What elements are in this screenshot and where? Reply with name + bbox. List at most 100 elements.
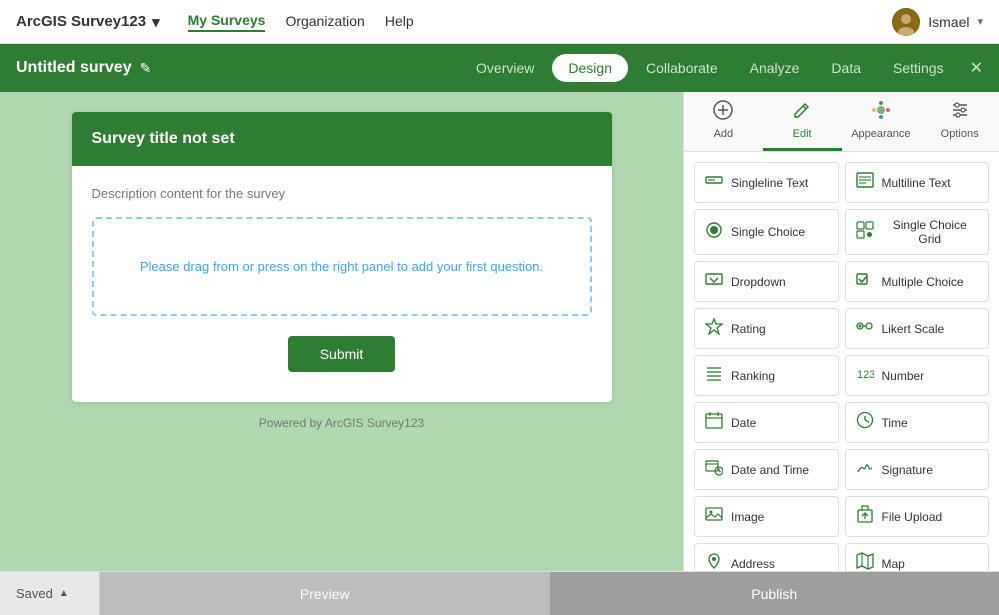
- preview-button[interactable]: Preview: [100, 572, 550, 615]
- top-nav-right: Ismael ▾: [892, 8, 983, 36]
- options-icon: [950, 100, 970, 125]
- rating-icon: [705, 317, 723, 340]
- qt-date-and-time[interactable]: Date and Time: [694, 449, 839, 490]
- map-icon: [856, 552, 874, 571]
- qt-number[interactable]: 123 Number: [845, 355, 990, 396]
- tab-edit-label: Edit: [793, 128, 812, 140]
- saved-label: Saved: [16, 586, 53, 601]
- single-choice-icon: [705, 221, 723, 244]
- tab-edit[interactable]: Edit: [763, 92, 842, 151]
- wrench-icon[interactable]: ✕: [970, 58, 983, 78]
- edit-title-icon[interactable]: ✎: [140, 60, 152, 77]
- qt-number-label: Number: [882, 369, 925, 383]
- tab-appearance[interactable]: Appearance: [842, 92, 921, 151]
- qt-address-label: Address: [731, 557, 775, 571]
- submit-button[interactable]: Submit: [288, 336, 396, 372]
- nav-my-surveys[interactable]: My Surveys: [188, 12, 266, 32]
- qt-signature[interactable]: Signature: [845, 449, 990, 490]
- address-icon: [705, 552, 723, 571]
- qt-image-label: Image: [731, 510, 764, 524]
- saved-section[interactable]: Saved ▲: [0, 572, 100, 615]
- qt-likert-label: Likert Scale: [882, 322, 945, 336]
- sub-navigation: Untitled survey ✎ Overview Design Collab…: [0, 44, 999, 92]
- likert-icon: [856, 317, 874, 340]
- single-choice-grid-icon: [856, 221, 874, 244]
- qt-date-and-time-label: Date and Time: [731, 463, 809, 477]
- qt-date-label: Date: [731, 416, 756, 430]
- tab-settings[interactable]: Settings: [879, 52, 958, 84]
- image-icon: [705, 505, 723, 528]
- qt-single-choice[interactable]: Single Choice: [694, 209, 839, 255]
- qt-map-label: Map: [882, 557, 905, 571]
- qt-single-choice-label: Single Choice: [731, 225, 805, 239]
- survey-card: Survey title not set Description content…: [72, 112, 612, 402]
- file-upload-icon: [856, 505, 874, 528]
- survey-description: Description content for the survey: [92, 186, 592, 201]
- tab-add[interactable]: Add: [684, 92, 763, 151]
- dropdown-icon: [705, 270, 723, 293]
- qt-time[interactable]: Time: [845, 402, 990, 443]
- brand-dropdown-arrow[interactable]: ▾: [152, 13, 160, 31]
- qt-rating[interactable]: Rating: [694, 308, 839, 349]
- time-icon: [856, 411, 874, 434]
- ranking-icon: [705, 364, 723, 387]
- qt-file-upload[interactable]: File Upload: [845, 496, 990, 537]
- qt-rating-label: Rating: [731, 322, 766, 336]
- date-and-time-icon: [705, 458, 723, 481]
- qt-dropdown-label: Dropdown: [731, 275, 786, 289]
- tab-collaborate[interactable]: Collaborate: [632, 52, 732, 84]
- multiline-icon: [856, 171, 874, 194]
- qt-dropdown[interactable]: Dropdown: [694, 261, 839, 302]
- tab-appearance-label: Appearance: [851, 128, 910, 140]
- qt-address[interactable]: Address: [694, 543, 839, 571]
- qt-ranking-label: Ranking: [731, 369, 775, 383]
- user-dropdown-arrow[interactable]: ▾: [977, 15, 983, 28]
- survey-title: Survey title not set: [92, 130, 235, 147]
- tab-design[interactable]: Design: [552, 54, 628, 82]
- nav-help[interactable]: Help: [385, 13, 414, 31]
- qt-image[interactable]: Image: [694, 496, 839, 537]
- svg-text:123: 123: [857, 369, 874, 381]
- number-icon: 123: [856, 364, 874, 387]
- qt-singleline-text[interactable]: Singleline Text: [694, 162, 839, 203]
- qt-single-choice-grid[interactable]: Single Choice Grid: [845, 209, 990, 255]
- tab-options-label: Options: [941, 128, 979, 140]
- right-panel: Add Edit: [683, 92, 999, 571]
- main-content: Survey title not set Description content…: [0, 92, 999, 571]
- qt-ranking[interactable]: Ranking: [694, 355, 839, 396]
- tab-analyze[interactable]: Analyze: [736, 52, 814, 84]
- tab-data[interactable]: Data: [817, 52, 875, 84]
- tab-overview[interactable]: Overview: [462, 52, 548, 84]
- drop-zone-text: Please drag from or press on the right p…: [140, 259, 543, 274]
- tab-options[interactable]: Options: [920, 92, 999, 151]
- qt-map[interactable]: Map: [845, 543, 990, 571]
- sub-nav-links: Overview Design Collaborate Analyze Data…: [462, 52, 958, 84]
- submit-btn-container: Submit: [92, 336, 592, 382]
- brand-text: ArcGIS Survey123: [16, 13, 146, 30]
- user-name[interactable]: Ismael: [928, 14, 969, 30]
- nav-organization[interactable]: Organization: [285, 13, 364, 31]
- survey-canvas: Survey title not set Description content…: [0, 92, 683, 571]
- singleline-icon: [705, 171, 723, 194]
- survey-header: Survey title not set: [72, 112, 612, 166]
- qt-multiline-label: Multiline Text: [882, 176, 951, 190]
- qt-likert-scale[interactable]: Likert Scale: [845, 308, 990, 349]
- brand-logo[interactable]: ArcGIS Survey123 ▾: [16, 13, 160, 31]
- qt-single-choice-grid-label: Single Choice Grid: [882, 218, 979, 246]
- powered-by: Powered by ArcGIS Survey123: [259, 416, 424, 430]
- add-icon: [713, 100, 733, 125]
- saved-arrow-icon[interactable]: ▲: [59, 588, 69, 599]
- multiple-choice-icon: [856, 270, 874, 293]
- appearance-icon: [871, 100, 891, 125]
- qt-file-upload-label: File Upload: [882, 510, 943, 524]
- question-types-grid: Singleline Text Multiline Text Single Ch…: [684, 152, 999, 571]
- qt-multiline-text[interactable]: Multiline Text: [845, 162, 990, 203]
- qt-multiple-choice[interactable]: Multiple Choice: [845, 261, 990, 302]
- bottom-bar: Saved ▲ Preview Publish: [0, 571, 999, 615]
- signature-icon: [856, 458, 874, 481]
- qt-singleline-label: Singleline Text: [731, 176, 808, 190]
- drop-zone[interactable]: Please drag from or press on the right p…: [92, 217, 592, 316]
- publish-button[interactable]: Publish: [550, 572, 999, 615]
- qt-date[interactable]: Date: [694, 402, 839, 443]
- qt-time-label: Time: [882, 416, 908, 430]
